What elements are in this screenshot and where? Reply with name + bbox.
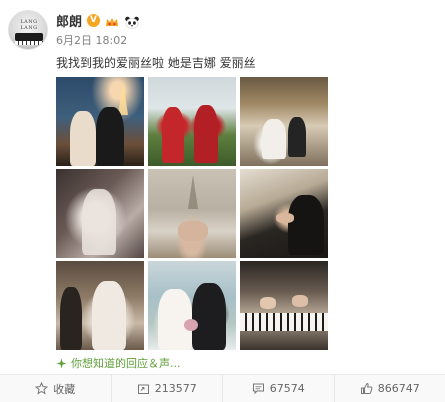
bouquet-figure [184,319,198,331]
bride-figure [162,107,184,163]
repost-icon [137,382,150,395]
post-time[interactable]: 6月2日 18:02 [56,32,127,48]
photo-2[interactable] [148,77,236,166]
photo-6[interactable] [240,169,328,258]
repost-button[interactable]: 213577 [112,375,223,402]
avatar-logo-text: LANG LANG [20,19,38,31]
bride-figure [92,281,126,350]
post-text: 我找到我的爱丽丝啦 她是吉娜 爱丽丝 [56,56,256,70]
avatar[interactable]: LANG LANG [8,10,48,50]
groom-figure [192,283,226,350]
hands-figure [260,297,276,309]
repost-count: 213577 [154,382,197,395]
photo-8[interactable] [148,261,236,350]
groom-figure [194,105,218,163]
photo-4[interactable] [56,169,144,258]
star-icon [35,382,49,395]
verified-icon[interactable]: V [87,14,101,27]
couple-figure [96,107,124,166]
photo-3[interactable] [240,77,328,166]
eiffel-tower-graphic [188,175,198,209]
action-bar: 收藏 213577 67574 866747 [0,374,445,402]
favorite-button[interactable]: 收藏 [0,375,112,402]
favorite-label: 收藏 [53,382,76,396]
photo-grid [56,77,328,350]
photo-7[interactable] [56,261,144,350]
like-count: 866747 [377,382,420,395]
eiffel-tower-graphic [118,81,128,115]
comment-button[interactable]: 67574 [223,375,335,402]
author-row: 郎朗 V [56,11,140,30]
piano-keys-graphic [15,41,43,45]
photo-1[interactable] [56,77,144,166]
interest-link[interactable]: 你想知道的回应＆声... [56,355,181,371]
hand-figure [276,213,294,223]
pianist-figure [288,195,324,255]
author-name[interactable]: 郎朗 [56,11,82,30]
weibo-post-card: LANG LANG 郎朗 V 6月2日 18:02 我找到我的爱丽丝啦 她是吉娜… [0,0,445,402]
sparkle-icon [56,358,67,369]
photo-5[interactable] [148,169,236,258]
groom-figure [288,117,306,157]
couple-figure [70,111,96,166]
crown-icon[interactable] [105,14,119,27]
bride-figure [262,119,286,159]
piano-icon [15,33,43,41]
panda-icon[interactable] [124,14,140,29]
comment-count: 67574 [269,382,305,395]
bride-figure [82,189,116,255]
interest-link-text[interactable]: 你想知道的回应＆声... [71,355,181,371]
like-icon [360,382,373,395]
like-button[interactable]: 866747 [335,375,445,402]
hands-figure [292,295,308,307]
hands-figure [178,221,208,241]
groom-figure [60,287,82,350]
photo-9[interactable] [240,261,328,350]
comment-icon [252,382,265,395]
